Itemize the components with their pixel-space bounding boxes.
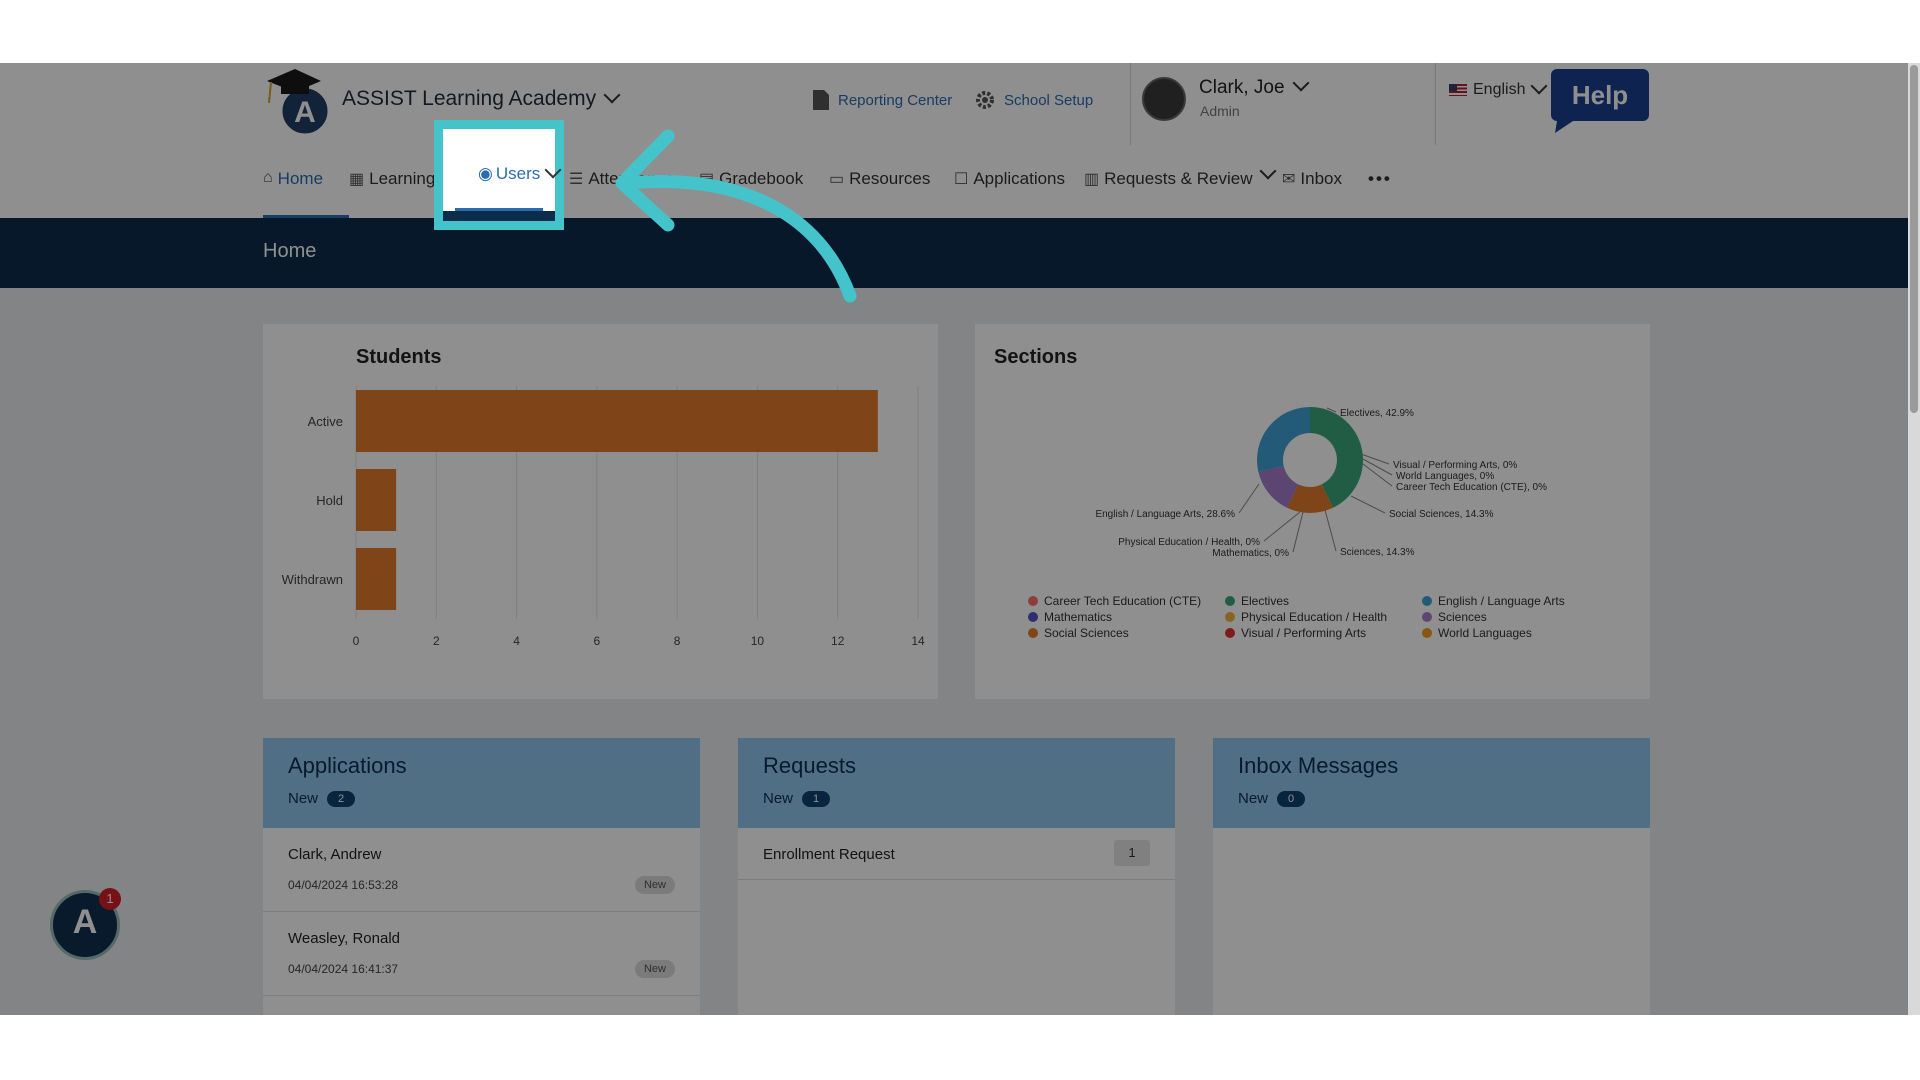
- tutorial-arrow-icon: [615, 129, 857, 303]
- scrollbar[interactable]: [1908, 63, 1920, 1015]
- app-window: A ASSIST Learning Academy Reporting Cent…: [0, 63, 1920, 1015]
- scrollbar-thumb[interactable]: [1910, 65, 1918, 413]
